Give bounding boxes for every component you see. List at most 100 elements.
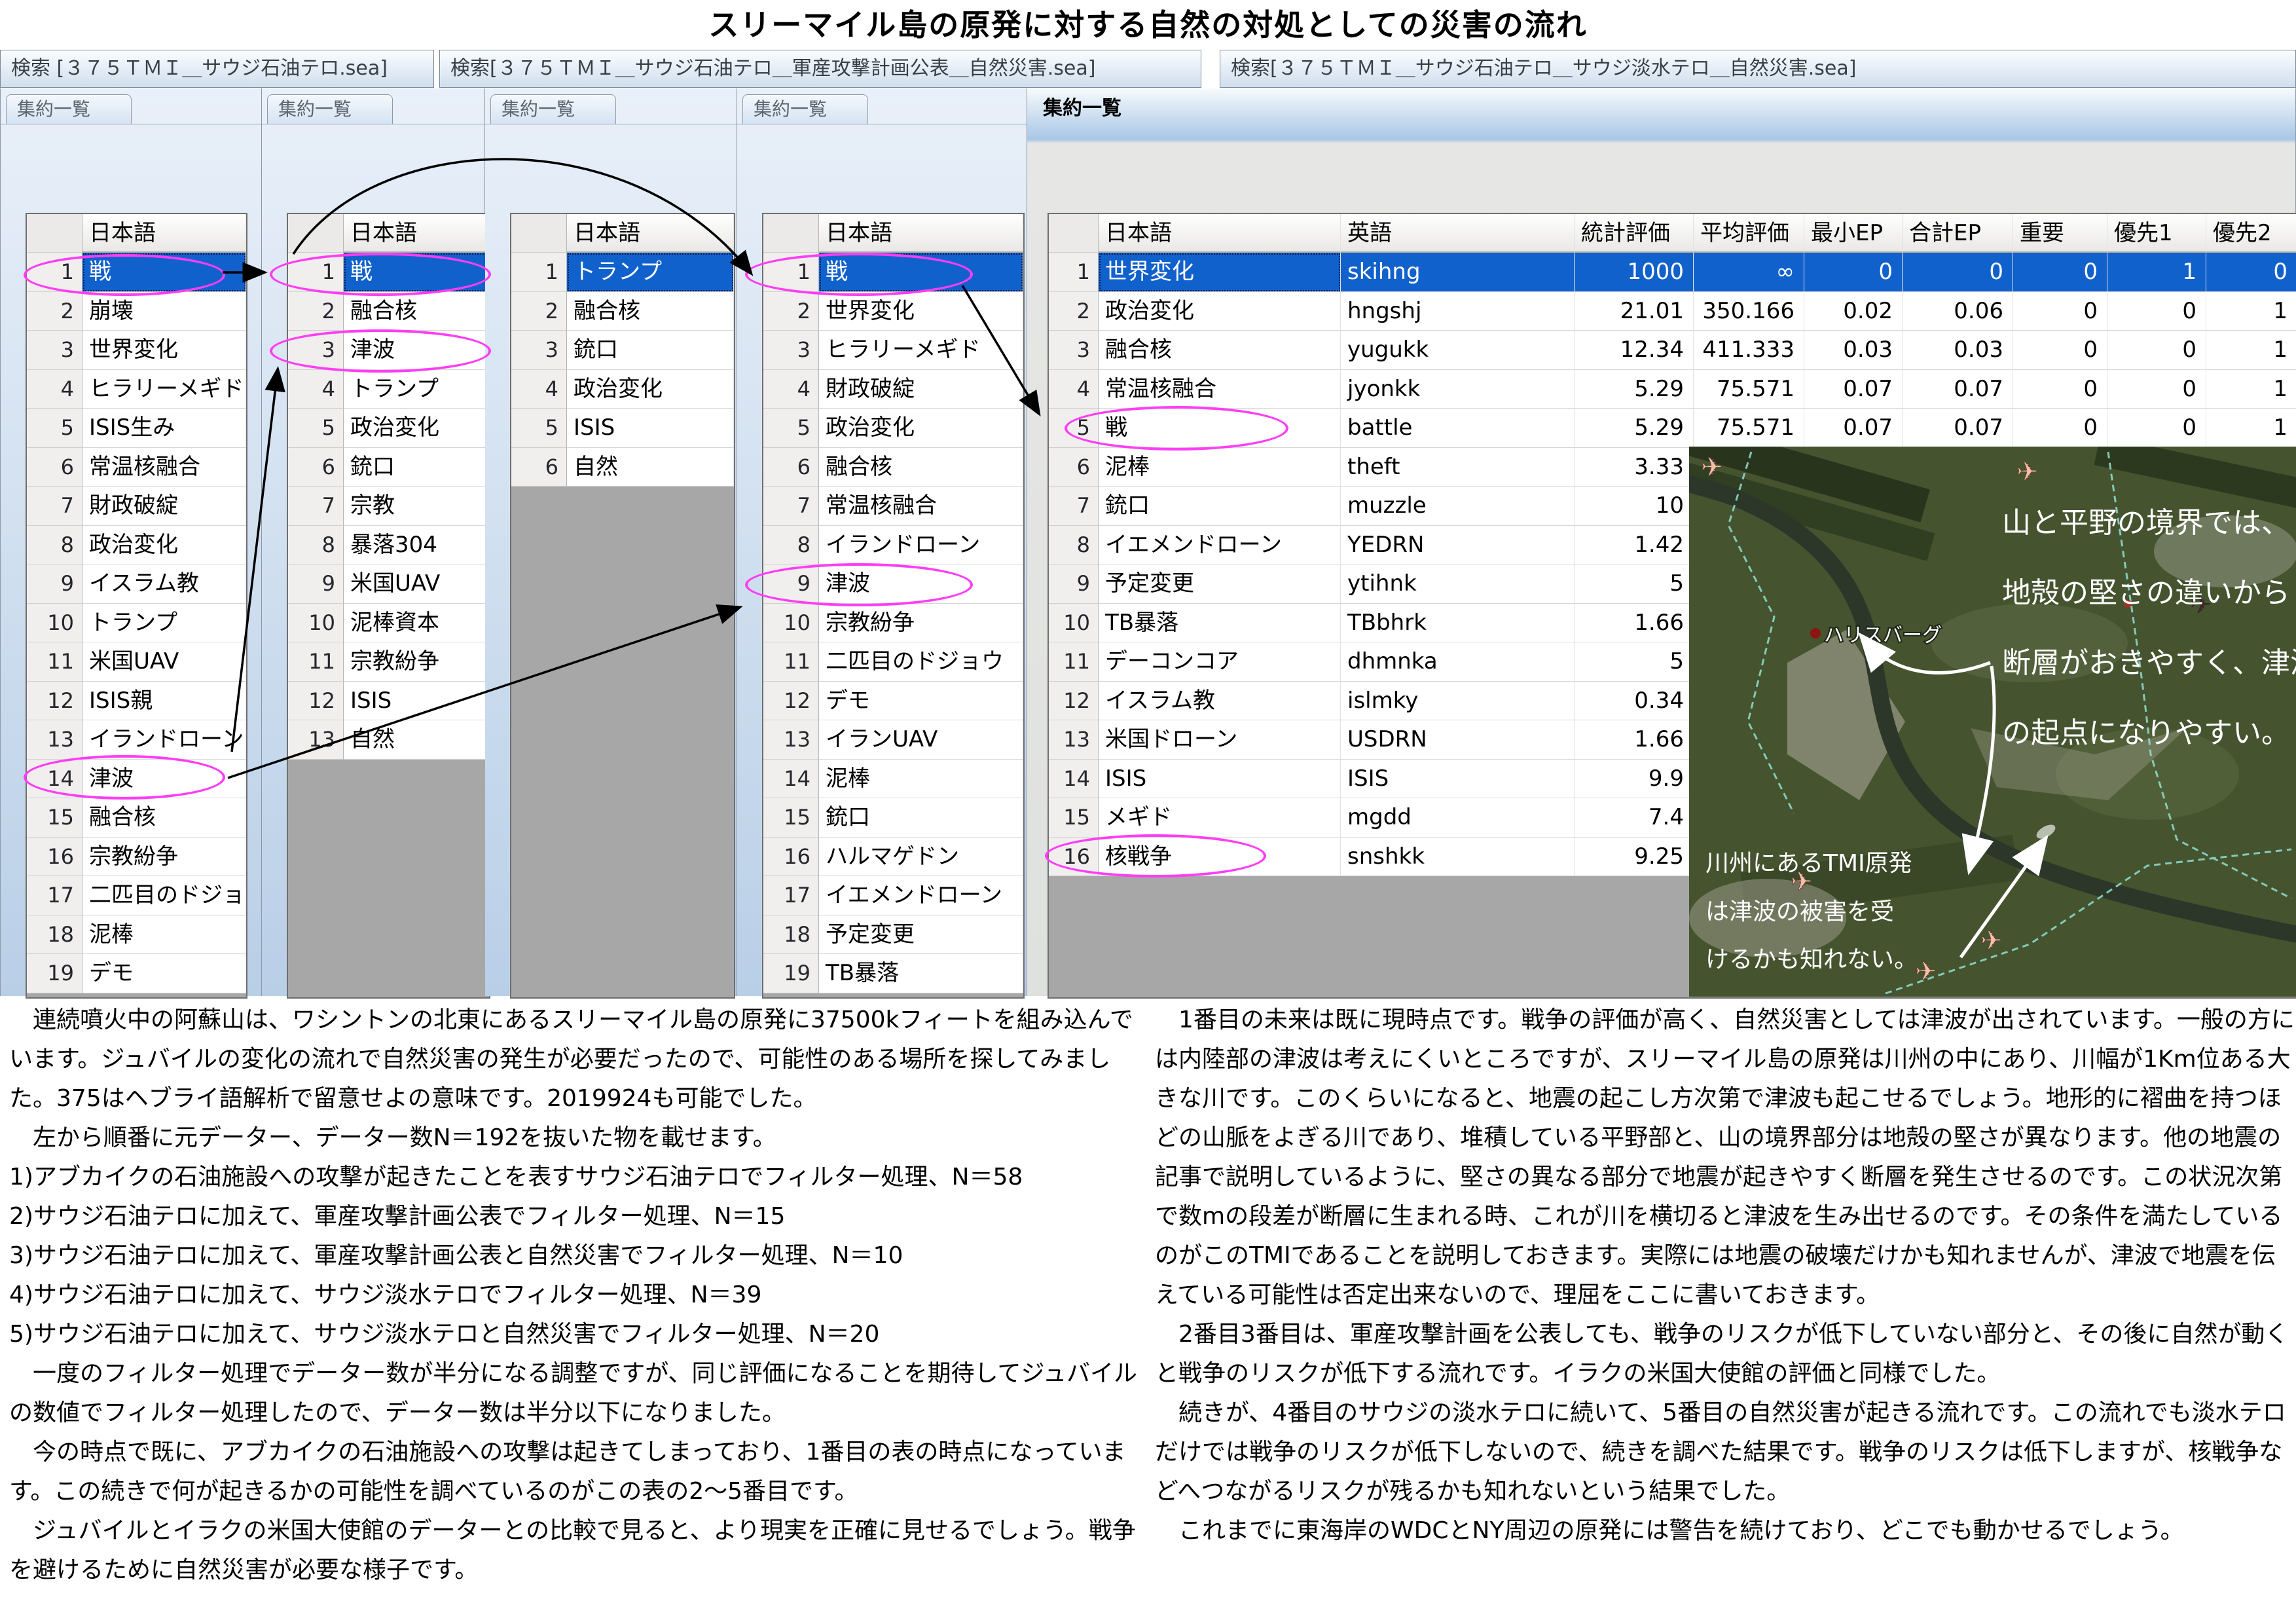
cell-priority2[interactable]: 1 [2206,331,2296,370]
cell-english[interactable]: mgdd [1341,798,1575,838]
cell-total-ep[interactable]: 0.07 [1903,370,2013,409]
table-row[interactable]: 1トランプ [511,253,734,292]
table-row[interactable]: 5ISIS生み [27,409,246,448]
cell-priority1[interactable]: 0 [2107,331,2206,370]
cell-japanese[interactable]: デーコンコア [1099,642,1341,682]
cell-japanese[interactable]: 泥棒 [1099,448,1341,487]
cell-japanese[interactable]: ヒラリーメギド [82,370,246,409]
cell-priority2[interactable]: 0 [2206,253,2296,292]
table-row[interactable]: 8暴落304 [288,526,489,565]
cell-japanese[interactable]: ISIS生み [82,409,246,448]
cell-total-ep[interactable]: 0.06 [1903,292,2013,331]
cell-important[interactable]: 0 [2013,409,2107,448]
table-row[interactable]: 4ヒラリーメギド [27,370,246,409]
cell-japanese[interactable]: 予定変更 [819,915,1023,955]
column-header[interactable]: 平均評価 [1694,214,1804,253]
cell-japanese[interactable]: ISIS [344,682,489,721]
cell-important[interactable]: 0 [2013,331,2107,370]
cell-japanese[interactable]: デモ [82,954,246,993]
cell-important[interactable]: 0 [2013,292,2107,331]
table-row[interactable]: 2政治変化hngshj21.01350.1660.020.06001 [1049,292,2296,331]
cell-japanese[interactable]: 政治変化 [567,370,734,409]
table-row[interactable]: 2融合核 [288,292,489,331]
cell-japanese[interactable]: ISIS [567,409,734,448]
table-row[interactable]: 2崩壊 [27,292,246,331]
cell-japanese[interactable]: 銃口 [819,798,1023,838]
table-row[interactable]: 2世界変化 [763,292,1023,331]
cell-japanese[interactable]: 融合核 [344,292,489,331]
cell-japanese[interactable]: TB暴落 [819,954,1023,993]
cell-japanese[interactable]: イスラム教 [82,564,246,604]
table-row[interactable]: 3銃口 [511,331,734,370]
table-row[interactable]: 4政治変化 [511,370,734,409]
table-row[interactable]: 4常温核融合jyonkk5.2975.5710.070.07001 [1049,370,2296,409]
column-header[interactable]: 英語 [1341,214,1575,253]
window-titlebar-3[interactable]: 検索[３７５ＴＭＩ＿サウジ石油テロ＿サウジ淡水テロ＿自然災害.sea] [1220,50,2296,88]
table-row[interactable]: 6自然 [511,448,734,487]
table-row[interactable]: 12ISIS親 [27,682,246,721]
cell-english[interactable]: theft [1341,448,1575,487]
cell-avg-eval[interactable]: 75.571 [1694,370,1804,409]
cell-japanese[interactable]: 常温核融合 [82,448,246,487]
table-row[interactable]: 5政治変化 [288,409,489,448]
cell-min-ep[interactable]: 0.07 [1804,370,1903,409]
table-row[interactable]: 7宗教 [288,487,489,526]
cell-japanese[interactable]: 世界変化 [1099,253,1341,292]
cell-avg-eval[interactable]: 350.166 [1694,292,1804,331]
table-row[interactable]: 14泥棒 [763,760,1023,799]
tab-summary-5-active[interactable]: 集約一覧 [1032,94,1158,124]
column-header[interactable]: 重要 [2013,214,2107,253]
column-header[interactable]: 日本語 [819,214,1023,253]
cell-stat-eval[interactable]: 7.4 [1575,798,1694,838]
cell-total-ep[interactable]: 0.03 [1903,331,2013,370]
cell-english[interactable]: TBbhrk [1341,604,1575,643]
table-row[interactable]: 18予定変更 [763,915,1023,955]
table-row[interactable]: 4財政破綻 [763,370,1023,409]
table-row[interactable]: 8イランドローン [763,526,1023,565]
cell-stat-eval[interactable]: 1.66 [1575,604,1694,643]
table-row[interactable]: 16ハルマゲドン [763,838,1023,877]
cell-english[interactable]: ytihnk [1341,564,1575,604]
cell-stat-eval[interactable]: 5.29 [1575,370,1694,409]
cell-japanese[interactable]: 暴落304 [344,526,489,565]
table-row[interactable]: 17イエメンドローン [763,876,1023,915]
cell-stat-eval[interactable]: 3.33 [1575,448,1694,487]
cell-stat-eval[interactable]: 1.66 [1575,720,1694,760]
cell-stat-eval[interactable]: 5 [1575,642,1694,682]
cell-japanese[interactable]: 政治変化 [344,409,489,448]
table-row[interactable]: 7財政破綻 [27,487,246,526]
cell-japanese[interactable]: 宗教紛争 [344,642,489,682]
cell-english[interactable]: ISIS [1341,760,1575,799]
cell-priority2[interactable]: 1 [2206,409,2296,448]
table-row[interactable]: 8政治変化 [27,526,246,565]
cell-stat-eval[interactable]: 1000 [1575,253,1694,292]
cell-japanese[interactable]: 常温核融合 [1099,370,1341,409]
cell-avg-eval[interactable]: ∞ [1694,253,1804,292]
cell-stat-eval[interactable]: 9.9 [1575,760,1694,799]
cell-japanese[interactable]: デモ [819,682,1023,721]
cell-japanese[interactable]: 融合核 [82,798,246,838]
cell-japanese[interactable]: ISIS [1099,760,1341,799]
column-header[interactable]: 日本語 [344,214,489,253]
cell-english[interactable]: jyonkk [1341,370,1575,409]
table-row[interactable]: 6常温核融合 [27,448,246,487]
cell-japanese[interactable]: 崩壊 [82,292,246,331]
table-row[interactable]: 16宗教紛争 [27,838,246,877]
table-row[interactable]: 19デモ [27,954,246,993]
cell-japanese[interactable]: 自然 [567,448,734,487]
window-titlebar-2[interactable]: 検索[３７５ＴＭＩ＿サウジ石油テロ＿軍産攻撃計画公表＿自然災害.sea] [439,50,1201,88]
cell-important[interactable]: 0 [2013,253,2107,292]
table-row[interactable]: 13イランUAV [763,720,1023,760]
cell-stat-eval[interactable]: 5.29 [1575,409,1694,448]
column-header[interactable]: 日本語 [567,214,734,253]
tab-summary-3[interactable]: 集約一覧 [490,94,616,124]
cell-priority2[interactable]: 1 [2206,370,2296,409]
cell-min-ep[interactable]: 0.02 [1804,292,1903,331]
tab-summary-1[interactable]: 集約一覧 [6,94,132,124]
cell-japanese[interactable]: 常温核融合 [819,487,1023,526]
cell-min-ep[interactable]: 0 [1804,253,1903,292]
cell-japanese[interactable]: 政治変化 [1099,292,1341,331]
table-row[interactable]: 7常温核融合 [763,487,1023,526]
table-row[interactable]: 5政治変化 [763,409,1023,448]
cell-english[interactable]: YEDRN [1341,526,1575,565]
